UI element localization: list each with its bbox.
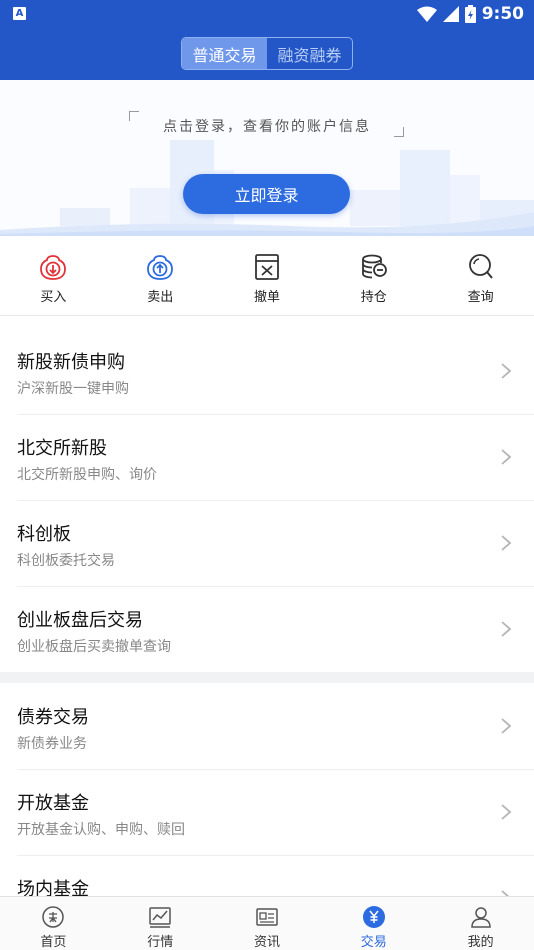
list-item-open-fund[interactable]: 开放基金 开放基金认购、申购、赎回 <box>0 769 534 855</box>
frame-corner-bottom-right <box>394 127 404 137</box>
list-item-subtitle: 沪深新股一键申购 <box>17 381 129 397</box>
nav-trade-label: 交易 <box>360 935 387 950</box>
trade-menu-list: 新股新债申购 沪深新股一键申购 北交所新股 北交所新股申购、询价 科创板 科创板… <box>0 328 534 941</box>
action-cancel-order-label: 撤单 <box>253 290 280 305</box>
status-bar: A 9:50 <box>0 0 534 28</box>
chevron-right-icon <box>501 621 512 637</box>
list-item-title: 北交所新股 <box>17 438 107 459</box>
nav-profile-label: 我的 <box>467 935 494 950</box>
query-icon <box>468 254 493 279</box>
list-item-ipo-subscription[interactable]: 新股新债申购 沪深新股一键申购 <box>0 328 534 414</box>
list-item-subtitle: 开放基金认购、申购、赎回 <box>17 822 185 838</box>
tab-normal-trade[interactable]: 普通交易 <box>182 38 267 69</box>
trade-icon <box>362 906 385 928</box>
action-holdings[interactable]: 持仓 <box>320 236 427 315</box>
list-item-subtitle: 创业板盘后买卖撤单查询 <box>17 639 171 655</box>
chevron-right-icon <box>501 363 512 379</box>
chevron-right-icon <box>501 449 512 465</box>
list-item-subtitle: 新债券业务 <box>17 736 87 752</box>
action-query[interactable]: 查询 <box>427 236 534 315</box>
nav-trade[interactable]: 交易 <box>320 897 427 950</box>
status-time: 9:50 <box>481 4 524 24</box>
nav-news-label: 资讯 <box>253 935 280 950</box>
status-indicators: 9:50 <box>416 3 524 25</box>
holdings-icon <box>361 254 387 279</box>
list-item-title: 新股新债申购 <box>17 352 125 373</box>
signal-icon <box>442 6 459 22</box>
notification-badge: A <box>13 7 26 20</box>
buy-icon <box>40 255 67 280</box>
list-item-subtitle: 科创板委托交易 <box>17 553 115 569</box>
chevron-right-icon <box>501 804 512 820</box>
list-item-bse-ipo[interactable]: 北交所新股 北交所新股申购、询价 <box>0 414 534 500</box>
app-header: A 9:50 普通交易 融资融券 <box>0 0 534 80</box>
action-query-label: 查询 <box>467 290 494 305</box>
battery-icon <box>464 5 476 23</box>
list-item-title: 科创板 <box>17 524 71 545</box>
chevron-right-icon <box>501 718 512 734</box>
bottom-nav: 首页 行情 资讯 交易 我的 <box>0 896 534 950</box>
action-buy[interactable]: 买入 <box>0 236 107 315</box>
action-sell-label: 卖出 <box>147 290 174 305</box>
action-cancel-order[interactable]: 撤单 <box>214 236 321 315</box>
cancel-order-icon <box>255 254 279 280</box>
action-buy-label: 买入 <box>40 290 67 305</box>
nav-profile[interactable]: 我的 <box>427 897 534 950</box>
list-item-chinext-after-hours[interactable]: 创业板盘后交易 创业板盘后买卖撤单查询 <box>0 586 534 672</box>
action-holdings-label: 持仓 <box>360 290 387 305</box>
market-icon <box>149 907 171 928</box>
list-item-subtitle: 北交所新股申购、询价 <box>17 467 157 483</box>
nav-market-label: 行情 <box>147 935 174 950</box>
section-divider <box>0 672 534 683</box>
sell-icon <box>147 255 174 280</box>
home-icon <box>42 906 65 928</box>
quick-actions: 买入 卖出 撤单 持仓 查询 <box>0 236 534 316</box>
news-icon <box>256 908 278 926</box>
list-item-title: 开放基金 <box>17 793 89 814</box>
list-item-title: 债券交易 <box>17 707 89 728</box>
login-prompt: 点击登录，查看你的账户信息 <box>163 119 371 135</box>
login-button[interactable]: 立即登录 <box>183 174 350 214</box>
nav-home[interactable]: 首页 <box>0 897 107 950</box>
nav-home-label: 首页 <box>40 935 67 950</box>
trade-mode-tabs: 普通交易 融资融券 <box>181 37 353 70</box>
list-item-bond-trading[interactable]: 债券交易 新债券业务 <box>0 683 534 769</box>
nav-market[interactable]: 行情 <box>107 897 214 950</box>
wifi-icon <box>416 6 437 22</box>
chevron-right-icon <box>501 535 512 551</box>
profile-icon <box>470 907 491 928</box>
action-sell[interactable]: 卖出 <box>107 236 214 315</box>
login-banner: 点击登录，查看你的账户信息 立即登录 <box>0 80 534 236</box>
list-item-star-market[interactable]: 科创板 科创板委托交易 <box>0 500 534 586</box>
list-item-title: 创业板盘后交易 <box>17 610 143 631</box>
tab-margin-trade[interactable]: 融资融券 <box>267 38 352 69</box>
nav-news[interactable]: 资讯 <box>214 897 321 950</box>
